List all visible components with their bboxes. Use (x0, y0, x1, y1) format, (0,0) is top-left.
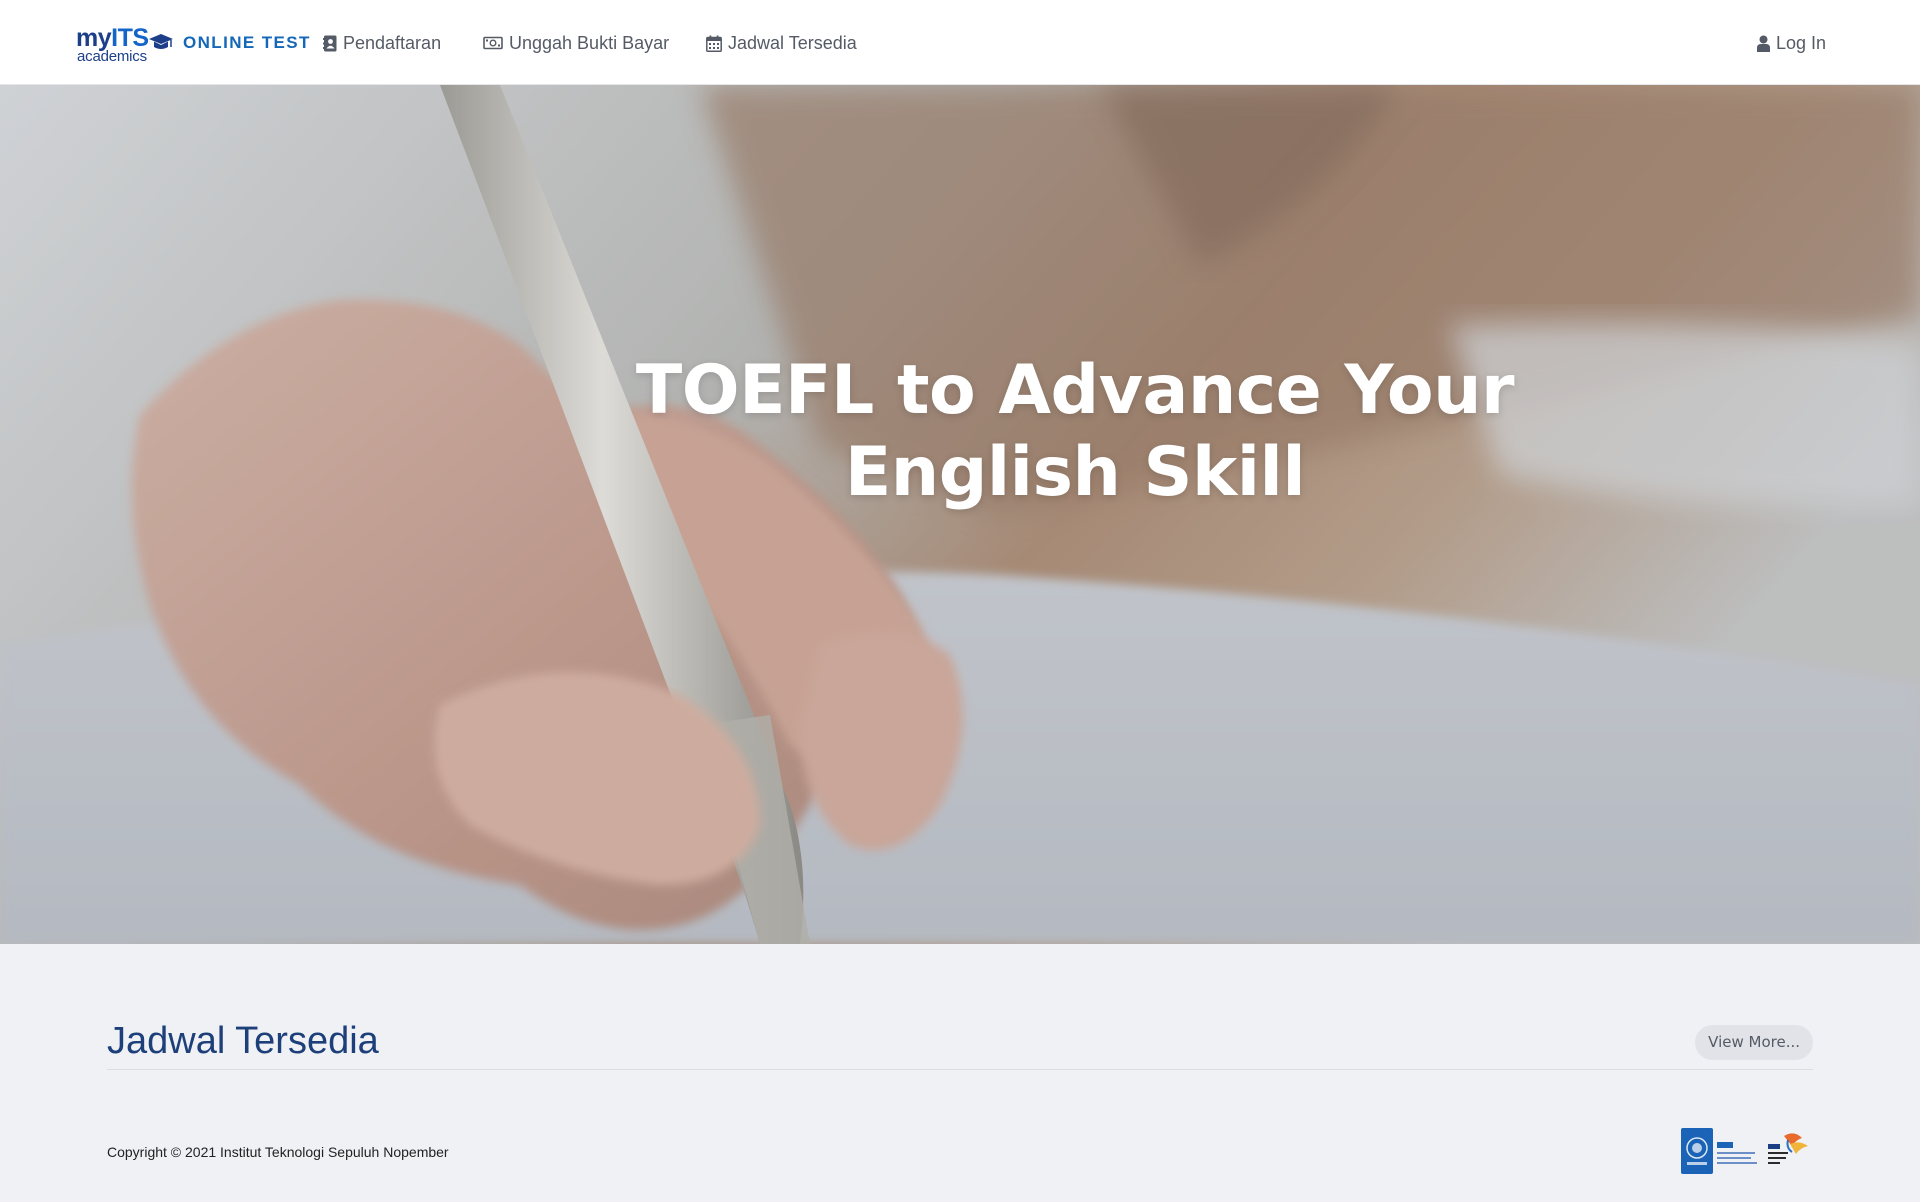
user-icon (1757, 35, 1770, 52)
myits-academics-logo: myITS academics (76, 22, 176, 66)
brand-subtitle: ONLINE TEST (183, 33, 311, 52)
top-navbar: myITS academics ONLINE TEST Pendaftaran (0, 0, 1920, 85)
its-semangat-baru-logo (1768, 1133, 1808, 1164)
nav-jadwal-label: Jadwal Tersedia (728, 32, 857, 53)
footer-logos (1681, 1126, 1811, 1176)
hero-title-line2: English Skill (844, 433, 1306, 512)
nav-pendaftaran-label: Pendaftaran (343, 32, 442, 53)
view-more-button[interactable]: View More... (1695, 1025, 1813, 1060)
nav-unggah-label: Unggah Bukti Bayar (509, 32, 670, 53)
hero-background-image (0, 85, 1920, 944)
schedule-section: Jadwal Tersedia View More... (107, 1010, 1813, 1070)
calendar-icon (706, 35, 722, 52)
graduation-cap-icon (149, 34, 173, 49)
hero-title: TOEFL to Advance Your English Skill (0, 350, 1920, 514)
its-logo (1681, 1128, 1757, 1174)
nav-unggah-bukti-bayar[interactable]: Unggah Bukti Bayar (483, 29, 669, 57)
schedule-section-title: Jadwal Tersedia (107, 1020, 379, 1062)
footer-copyright: Copyright © 2021 Institut Teknologi Sepu… (107, 1144, 449, 1160)
brand-academics-text: academics (77, 48, 147, 65)
brand-logo-link[interactable]: myITS academics ONLINE TEST (76, 22, 309, 66)
nav-jadwal-tersedia[interactable]: Jadwal Tersedia (706, 29, 857, 57)
login-link[interactable]: Log In (1757, 29, 1826, 57)
nav-pendaftaran[interactable]: Pendaftaran (323, 29, 441, 57)
hero-banner: TOEFL to Advance Your English Skill (0, 85, 1920, 944)
login-label: Log In (1776, 32, 1827, 53)
hero-title-line1: TOEFL to Advance Your (635, 351, 1515, 430)
contact-book-icon (323, 35, 337, 51)
money-bill-icon (483, 36, 503, 50)
